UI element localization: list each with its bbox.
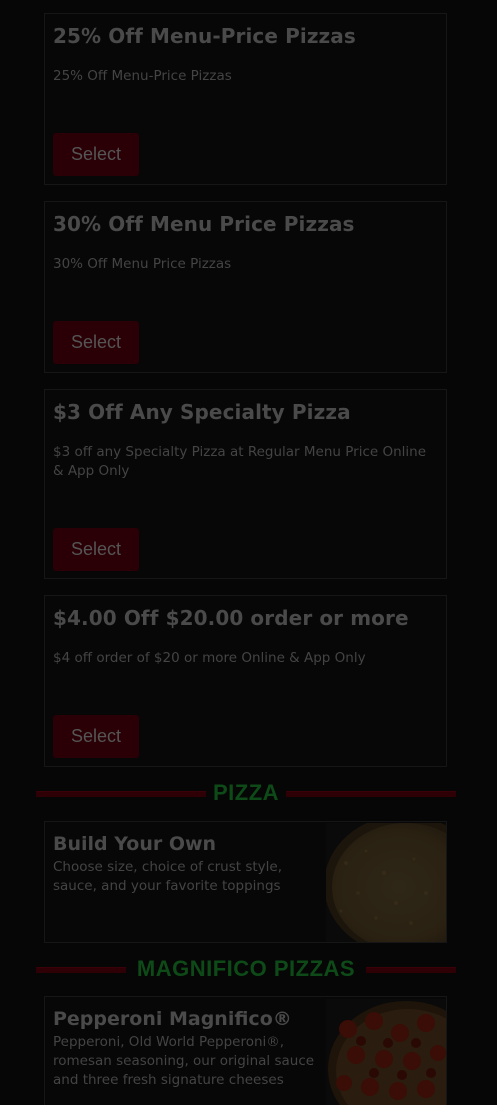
deal-card: $3 Off Any Specialty Pizza $3 off any Sp… [44,389,447,579]
deal-title: 30% Off Menu Price Pizzas [53,212,355,236]
menu-page: 25% Off Menu-Price Pizzas 25% Off Menu-P… [0,0,497,1105]
menu-item-description: Choose size, choice of crust style, sauc… [53,859,283,894]
menu-item-title: Pepperoni Magnifico® [53,1008,292,1030]
cheese-pizza-image [326,823,446,942]
deal-description: $3 off any Specialty Pizza at Regular Me… [53,444,427,479]
select-deal-button[interactable]: Select [53,321,139,364]
deal-card: 30% Off Menu Price Pizzas 30% Off Menu P… [44,201,447,373]
deal-title: $4.00 Off $20.00 order or more [53,606,409,630]
section-header-magnifico: MAGNIFICO PIZZAS [36,956,456,982]
menu-item-title: Build Your Own [53,833,217,855]
deal-card: 25% Off Menu-Price Pizzas 25% Off Menu-P… [44,13,447,185]
deal-description: $4 off order of $20 or more Online & App… [53,650,366,666]
deal-description: 30% Off Menu Price Pizzas [53,256,232,272]
select-deal-button[interactable]: Select [53,528,139,571]
deal-title: 25% Off Menu-Price Pizzas [53,24,356,48]
menu-item-card[interactable]: Build Your Own Choose size, choice of cr… [44,821,447,943]
pepperoni-pizza-image [326,999,446,1105]
section-title: MAGNIFICO PIZZAS [136,956,356,981]
deal-card: $4.00 Off $20.00 order or more $4 off or… [44,595,447,767]
select-deal-button[interactable]: Select [53,715,139,758]
menu-item-description: Pepperoni, Old World Pepperoni®, romesan… [53,1034,315,1088]
deal-title: $3 Off Any Specialty Pizza [53,400,351,424]
deal-description: 25% Off Menu-Price Pizzas [53,68,232,84]
menu-item-card[interactable]: Pepperoni Magnifico® Pepperoni, Old Worl… [44,996,447,1105]
section-header-pizza: PIZZA [36,780,456,806]
select-deal-button[interactable]: Select [53,133,139,176]
section-title: PIZZA [212,780,280,805]
